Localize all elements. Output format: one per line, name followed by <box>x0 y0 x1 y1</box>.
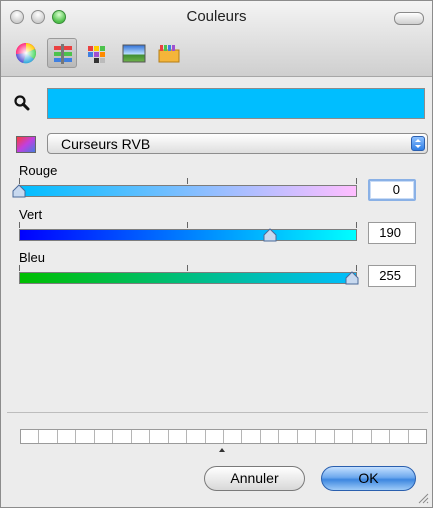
color-well[interactable] <box>58 430 77 443</box>
cancel-button[interactable]: Annuler <box>204 466 305 491</box>
color-well[interactable] <box>279 430 298 443</box>
red-slider-ticks <box>19 178 357 184</box>
tab-crayons[interactable] <box>154 38 184 68</box>
slider-mode-value: Curseurs RVB <box>61 136 151 152</box>
red-value-field[interactable]: 0 <box>368 179 416 201</box>
color-well[interactable] <box>95 430 114 443</box>
red-slider-label: Rouge <box>19 163 58 178</box>
color-well[interactable] <box>132 430 151 443</box>
blue-slider-track[interactable] <box>19 272 357 284</box>
tab-color-palettes[interactable] <box>83 38 113 68</box>
tab-image-palettes[interactable] <box>118 38 148 68</box>
color-well[interactable] <box>206 430 224 443</box>
color-palette-icon <box>88 46 105 63</box>
color-well[interactable] <box>353 430 372 443</box>
color-well[interactable] <box>224 430 243 443</box>
green-slider-label: Vert <box>19 207 43 222</box>
color-well[interactable] <box>261 430 280 443</box>
color-wheel-icon <box>15 42 36 64</box>
window-title: Couleurs <box>186 8 247 25</box>
slider-mode-select[interactable]: Curseurs RVB <box>47 133 428 154</box>
tab-color-wheel[interactable] <box>11 38 41 68</box>
green-slider-ticks <box>19 222 357 228</box>
color-well[interactable] <box>113 430 132 443</box>
color-well[interactable] <box>187 430 206 443</box>
green-value-field[interactable]: 190 <box>368 222 416 244</box>
color-well[interactable] <box>39 430 58 443</box>
color-well[interactable] <box>150 430 169 443</box>
color-well[interactable] <box>298 430 317 443</box>
divider <box>7 412 428 413</box>
color-well[interactable] <box>335 430 354 443</box>
title-bar: Couleurs <box>1 1 432 77</box>
green-slider-track[interactable] <box>19 229 357 241</box>
crayons-icon <box>158 45 180 63</box>
blue-value-field[interactable]: 255 <box>368 265 416 287</box>
color-picker-window: Couleurs Curseurs RVB Rouge 0 Vert 190 B… <box>0 0 433 508</box>
color-well[interactable] <box>409 430 426 443</box>
color-well[interactable] <box>242 430 261 443</box>
green-slider-knob[interactable] <box>263 228 277 242</box>
ok-button[interactable]: OK <box>321 466 416 491</box>
blue-slider-ticks <box>19 265 357 271</box>
color-wells[interactable] <box>20 429 427 444</box>
color-well[interactable] <box>76 430 95 443</box>
sliders-icon <box>54 44 72 64</box>
color-well[interactable] <box>316 430 335 443</box>
chevron-updown-icon <box>411 136 425 151</box>
color-well[interactable] <box>372 430 391 443</box>
color-mode-icon <box>16 136 36 153</box>
split-handle-icon[interactable] <box>218 447 226 453</box>
color-well[interactable] <box>21 430 40 443</box>
color-well[interactable] <box>169 430 188 443</box>
toolbar-toggle-button[interactable] <box>394 12 424 25</box>
resize-grip-icon[interactable] <box>417 492 429 504</box>
current-color-swatch[interactable] <box>47 88 425 119</box>
color-well[interactable] <box>390 430 409 443</box>
tab-sliders[interactable] <box>47 38 77 68</box>
magnifier-icon[interactable] <box>14 95 30 111</box>
blue-slider-label: Bleu <box>19 250 46 265</box>
image-palette-icon <box>122 44 146 63</box>
red-slider-knob[interactable] <box>12 184 26 198</box>
blue-slider-knob[interactable] <box>345 271 359 285</box>
red-slider-track[interactable] <box>19 185 357 197</box>
